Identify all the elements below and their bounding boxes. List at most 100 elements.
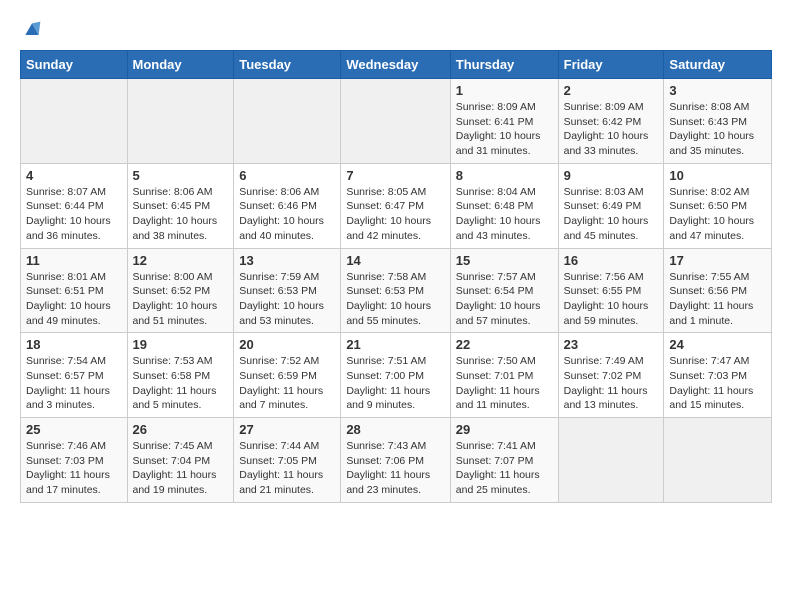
day-number: 11 (26, 253, 122, 268)
calendar-cell: 6 Sunrise: 8:06 AMSunset: 6:46 PMDaylight… (234, 163, 341, 248)
calendar-cell: 13 Sunrise: 7:59 AMSunset: 6:53 PMDayligh… (234, 248, 341, 333)
calendar-cell (127, 79, 234, 164)
day-info: Sunrise: 7:56 AMSunset: 6:55 PMDaylight:… (564, 270, 659, 329)
day-number: 5 (133, 168, 229, 183)
calendar-cell (21, 79, 128, 164)
day-number: 25 (26, 422, 122, 437)
day-number: 18 (26, 337, 122, 352)
calendar-cell: 24 Sunrise: 7:47 AMSunset: 7:03 PMDayligh… (664, 333, 772, 418)
day-number: 8 (456, 168, 553, 183)
calendar-cell (341, 79, 450, 164)
calendar-cell: 23 Sunrise: 7:49 AMSunset: 7:02 PMDayligh… (558, 333, 664, 418)
day-number: 26 (133, 422, 229, 437)
day-info: Sunrise: 7:52 AMSunset: 6:59 PMDaylight:… (239, 354, 335, 413)
day-header: Friday (558, 51, 664, 79)
day-number: 24 (669, 337, 766, 352)
day-header: Wednesday (341, 51, 450, 79)
day-number: 1 (456, 83, 553, 98)
day-info: Sunrise: 7:53 AMSunset: 6:58 PMDaylight:… (133, 354, 229, 413)
day-number: 28 (346, 422, 444, 437)
day-number: 14 (346, 253, 444, 268)
day-info: Sunrise: 7:59 AMSunset: 6:53 PMDaylight:… (239, 270, 335, 329)
calendar-cell (558, 418, 664, 503)
calendar-cell: 16 Sunrise: 7:56 AMSunset: 6:55 PMDayligh… (558, 248, 664, 333)
logo (20, 20, 42, 40)
calendar-cell: 15 Sunrise: 7:57 AMSunset: 6:54 PMDayligh… (450, 248, 558, 333)
calendar-cell: 1 Sunrise: 8:09 AMSunset: 6:41 PMDaylight… (450, 79, 558, 164)
day-number: 27 (239, 422, 335, 437)
day-number: 21 (346, 337, 444, 352)
day-number: 3 (669, 83, 766, 98)
day-info: Sunrise: 7:41 AMSunset: 7:07 PMDaylight:… (456, 439, 553, 498)
page-header (20, 20, 772, 40)
day-number: 19 (133, 337, 229, 352)
day-number: 23 (564, 337, 659, 352)
calendar-cell: 4 Sunrise: 8:07 AMSunset: 6:44 PMDaylight… (21, 163, 128, 248)
calendar-cell: 2 Sunrise: 8:09 AMSunset: 6:42 PMDaylight… (558, 79, 664, 164)
day-number: 22 (456, 337, 553, 352)
calendar-cell: 22 Sunrise: 7:50 AMSunset: 7:01 PMDayligh… (450, 333, 558, 418)
day-info: Sunrise: 8:06 AMSunset: 6:45 PMDaylight:… (133, 185, 229, 244)
day-header: Monday (127, 51, 234, 79)
day-info: Sunrise: 8:08 AMSunset: 6:43 PMDaylight:… (669, 100, 766, 159)
day-header: Thursday (450, 51, 558, 79)
calendar-cell (234, 79, 341, 164)
day-info: Sunrise: 7:58 AMSunset: 6:53 PMDaylight:… (346, 270, 444, 329)
day-header: Saturday (664, 51, 772, 79)
day-info: Sunrise: 8:06 AMSunset: 6:46 PMDaylight:… (239, 185, 335, 244)
day-info: Sunrise: 7:51 AMSunset: 7:00 PMDaylight:… (346, 354, 444, 413)
logo-icon (22, 20, 42, 40)
day-info: Sunrise: 8:00 AMSunset: 6:52 PMDaylight:… (133, 270, 229, 329)
day-info: Sunrise: 7:46 AMSunset: 7:03 PMDaylight:… (26, 439, 122, 498)
day-number: 2 (564, 83, 659, 98)
day-info: Sunrise: 7:47 AMSunset: 7:03 PMDaylight:… (669, 354, 766, 413)
day-info: Sunrise: 7:55 AMSunset: 6:56 PMDaylight:… (669, 270, 766, 329)
day-info: Sunrise: 8:03 AMSunset: 6:49 PMDaylight:… (564, 185, 659, 244)
calendar-cell: 7 Sunrise: 8:05 AMSunset: 6:47 PMDaylight… (341, 163, 450, 248)
day-info: Sunrise: 8:09 AMSunset: 6:42 PMDaylight:… (564, 100, 659, 159)
calendar-cell: 21 Sunrise: 7:51 AMSunset: 7:00 PMDayligh… (341, 333, 450, 418)
calendar-cell: 11 Sunrise: 8:01 AMSunset: 6:51 PMDayligh… (21, 248, 128, 333)
day-number: 9 (564, 168, 659, 183)
day-number: 10 (669, 168, 766, 183)
day-info: Sunrise: 7:49 AMSunset: 7:02 PMDaylight:… (564, 354, 659, 413)
day-number: 4 (26, 168, 122, 183)
calendar-table: SundayMondayTuesdayWednesdayThursdayFrid… (20, 50, 772, 503)
day-number: 12 (133, 253, 229, 268)
day-info: Sunrise: 8:02 AMSunset: 6:50 PMDaylight:… (669, 185, 766, 244)
day-info: Sunrise: 8:09 AMSunset: 6:41 PMDaylight:… (456, 100, 553, 159)
day-number: 15 (456, 253, 553, 268)
calendar-cell: 25 Sunrise: 7:46 AMSunset: 7:03 PMDayligh… (21, 418, 128, 503)
day-number: 7 (346, 168, 444, 183)
day-info: Sunrise: 8:04 AMSunset: 6:48 PMDaylight:… (456, 185, 553, 244)
calendar-cell: 5 Sunrise: 8:06 AMSunset: 6:45 PMDaylight… (127, 163, 234, 248)
calendar-cell: 26 Sunrise: 7:45 AMSunset: 7:04 PMDayligh… (127, 418, 234, 503)
day-info: Sunrise: 8:07 AMSunset: 6:44 PMDaylight:… (26, 185, 122, 244)
calendar-cell: 3 Sunrise: 8:08 AMSunset: 6:43 PMDaylight… (664, 79, 772, 164)
calendar-cell: 9 Sunrise: 8:03 AMSunset: 6:49 PMDaylight… (558, 163, 664, 248)
day-header: Tuesday (234, 51, 341, 79)
day-number: 6 (239, 168, 335, 183)
day-info: Sunrise: 8:01 AMSunset: 6:51 PMDaylight:… (26, 270, 122, 329)
day-info: Sunrise: 7:54 AMSunset: 6:57 PMDaylight:… (26, 354, 122, 413)
day-number: 29 (456, 422, 553, 437)
day-info: Sunrise: 7:50 AMSunset: 7:01 PMDaylight:… (456, 354, 553, 413)
calendar-cell: 19 Sunrise: 7:53 AMSunset: 6:58 PMDayligh… (127, 333, 234, 418)
calendar-cell: 8 Sunrise: 8:04 AMSunset: 6:48 PMDaylight… (450, 163, 558, 248)
day-number: 17 (669, 253, 766, 268)
day-info: Sunrise: 7:44 AMSunset: 7:05 PMDaylight:… (239, 439, 335, 498)
calendar-cell: 28Sunrise: 7:43 AMSunset: 7:06 PMDayligh… (341, 418, 450, 503)
day-number: 20 (239, 337, 335, 352)
day-info: Sunrise: 8:05 AMSunset: 6:47 PMDaylight:… (346, 185, 444, 244)
calendar-cell: 14 Sunrise: 7:58 AMSunset: 6:53 PMDayligh… (341, 248, 450, 333)
day-header: Sunday (21, 51, 128, 79)
calendar-cell: 29 Sunrise: 7:41 AMSunset: 7:07 PMDayligh… (450, 418, 558, 503)
day-number: 16 (564, 253, 659, 268)
calendar-cell: 12 Sunrise: 8:00 AMSunset: 6:52 PMDayligh… (127, 248, 234, 333)
day-info: Sunrise: 7:57 AMSunset: 6:54 PMDaylight:… (456, 270, 553, 329)
day-info: Sunrise: 7:45 AMSunset: 7:04 PMDaylight:… (133, 439, 229, 498)
calendar-cell: 10 Sunrise: 8:02 AMSunset: 6:50 PMDayligh… (664, 163, 772, 248)
calendar-cell: 18 Sunrise: 7:54 AMSunset: 6:57 PMDayligh… (21, 333, 128, 418)
day-number: 13 (239, 253, 335, 268)
calendar-cell: 17 Sunrise: 7:55 AMSunset: 6:56 PMDayligh… (664, 248, 772, 333)
